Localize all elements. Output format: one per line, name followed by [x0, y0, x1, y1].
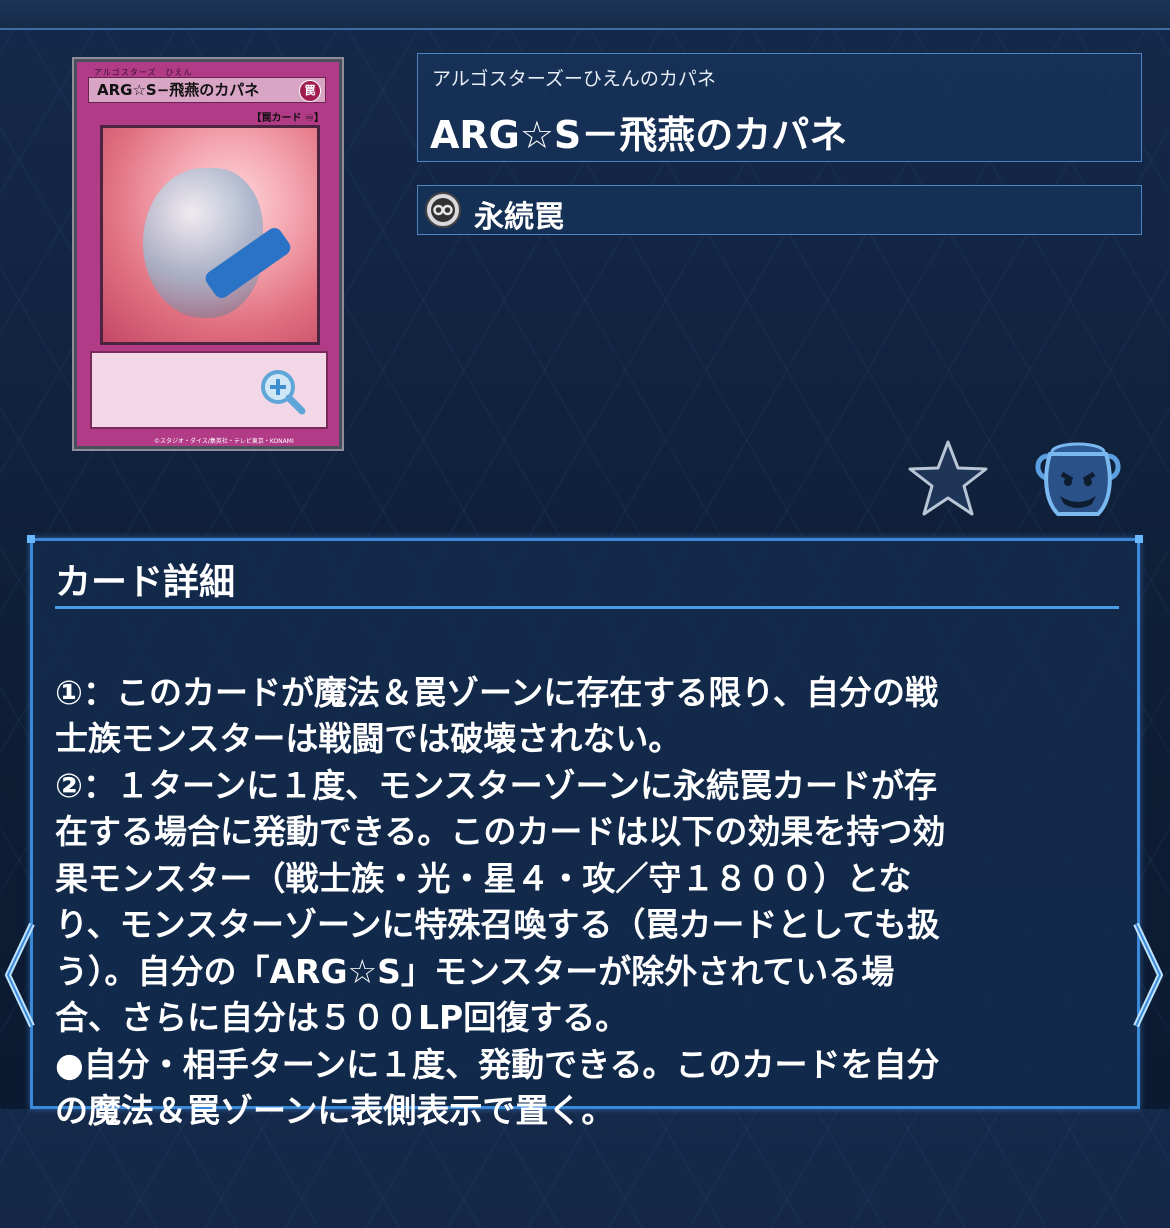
card-type-panel: 永続罠	[417, 185, 1142, 235]
effect-line: ②：１ターンに１度、モンスターゾーンに永続罠カードが存	[55, 765, 937, 805]
effect-line: 合、さらに自分は５００LP回復する。	[55, 998, 629, 1037]
card-image-textbox	[90, 351, 328, 429]
card-image[interactable]: アルゴスターズ ひえん ARG☆S−飛燕のカパネ 罠 【罠カード ♾】 ©スタジ…	[72, 57, 344, 451]
panel-corner	[1135, 535, 1143, 543]
card-image-attribute: 罠	[299, 80, 321, 102]
card-artwork	[100, 125, 320, 345]
card-image-type-line: 【罠カード ♾】	[251, 113, 324, 124]
card-detail-panel: カード詳細 ①：このカードが魔法＆罠ゾーンに存在する限り、自分の戦 士族モンスター…	[27, 535, 1143, 1130]
effect-line: り、モンスターゾーンに特殊召喚する（罠カードとしても扱	[55, 905, 940, 944]
card-type-label: 永続罠	[474, 200, 564, 235]
card-image-copyright: ©スタジオ・ダイス/集英社・テレビ東京・KONAMI	[154, 438, 294, 445]
effect-line: う）。自分の「ARG☆S」モンスターが除外されている場	[55, 951, 895, 991]
card-name: ARG☆S－飛燕のカパネ	[430, 113, 848, 157]
card-name-panel: アルゴスターズーひえんのカパネ ARG☆S－飛燕のカパネ	[417, 53, 1142, 162]
effect-line: 果モンスター（戦士族・光・星４・攻／守１８００）とな	[55, 858, 912, 898]
effect-line: 士族モンスターは戦闘では破壊されない。	[55, 719, 682, 758]
top-bar	[0, 0, 1170, 30]
continuous-icon	[425, 192, 461, 228]
effect-line: ●自分・相手ターンに１度、発動できる。このカードを自分	[55, 1044, 940, 1084]
effect-line: ①：このカードが魔法＆罠ゾーンに存在する限り、自分の戦	[55, 672, 938, 712]
card-image-name: ARG☆S−飛燕のカパネ 罠	[88, 77, 326, 103]
card-effect-text: ①：このカードが魔法＆罠ゾーンに存在する限り、自分の戦 士族モンスターは戦闘では破…	[55, 623, 1115, 1228]
detail-title: カード詳細	[55, 562, 236, 603]
pot-icon[interactable]	[1030, 434, 1126, 520]
card-image-name-text: ARG☆S−飛燕のカパネ	[97, 81, 260, 99]
panel-corner	[27, 535, 35, 543]
prev-arrow-icon[interactable]	[0, 920, 36, 1030]
star-icon[interactable]	[906, 438, 990, 518]
detail-divider	[55, 606, 1119, 609]
zoom-icon[interactable]	[258, 367, 306, 415]
card-name-reading: アルゴスターズーひえんのカパネ	[432, 68, 716, 90]
artwork-figure	[143, 168, 263, 318]
effect-line: の魔法＆罠ゾーンに表側表示で置く。	[55, 1091, 615, 1130]
next-arrow-icon[interactable]	[1132, 920, 1168, 1030]
effect-line: 在する場合に発動できる。このカードは以下の効果を持つ効	[55, 812, 946, 851]
